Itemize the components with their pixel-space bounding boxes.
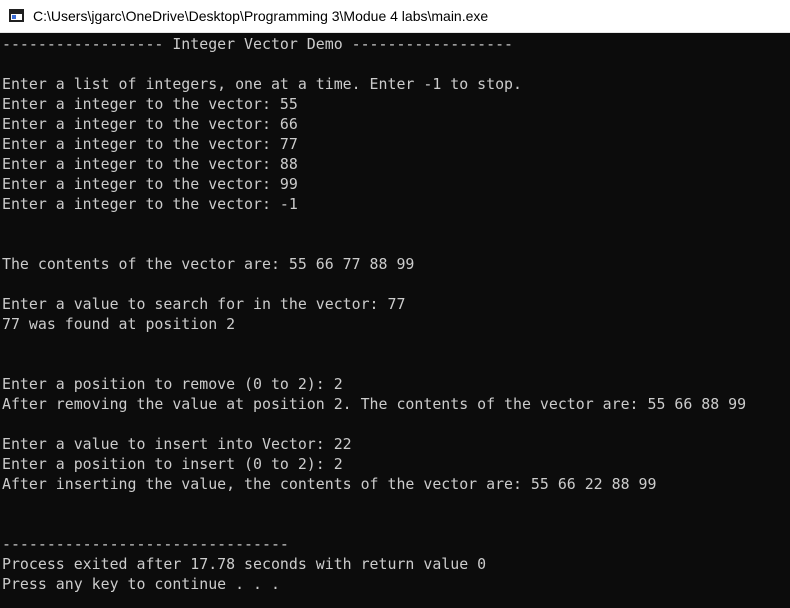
console-output[interactable]: ------------------ Integer Vector Demo -… — [0, 34, 790, 608]
console-line: Enter a list of integers, one at a time.… — [2, 75, 522, 93]
console-line: ------------------ Integer Vector Demo -… — [2, 35, 514, 53]
console-line: -------------------------------- — [2, 535, 289, 553]
console-line: After removing the value at position 2. … — [2, 395, 747, 413]
title-bar[interactable]: C:\Users\jgarc\OneDrive\Desktop\Programm… — [0, 0, 790, 33]
console-line: Enter a value to search for in the vecto… — [2, 295, 406, 313]
console-line: Enter a integer to the vector: 99 — [2, 175, 298, 193]
window-title: C:\Users\jgarc\OneDrive\Desktop\Programm… — [33, 8, 489, 24]
console-line: After inserting the value, the contents … — [2, 475, 657, 493]
console-line: Enter a position to remove (0 to 2): 2 — [2, 375, 343, 393]
console-line: Enter a integer to the vector: 88 — [2, 155, 298, 173]
console-line: Enter a integer to the vector: 55 — [2, 95, 298, 113]
console-line: Enter a integer to the vector: -1 — [2, 195, 298, 213]
console-line: Enter a integer to the vector: 66 — [2, 115, 298, 133]
console-line: Enter a position to insert (0 to 2): 2 — [2, 455, 343, 473]
console-line: Enter a value to insert into Vector: 22 — [2, 435, 352, 453]
console-line: Enter a integer to the vector: 77 — [2, 135, 298, 153]
console-app-icon — [9, 9, 24, 22]
console-line: Press any key to continue . . . — [2, 575, 280, 593]
console-line: 77 was found at position 2 — [2, 315, 236, 333]
console-line: The contents of the vector are: 55 66 77… — [2, 255, 415, 273]
console-window: C:\Users\jgarc\OneDrive\Desktop\Programm… — [0, 0, 790, 608]
console-line: Process exited after 17.78 seconds with … — [2, 555, 487, 573]
